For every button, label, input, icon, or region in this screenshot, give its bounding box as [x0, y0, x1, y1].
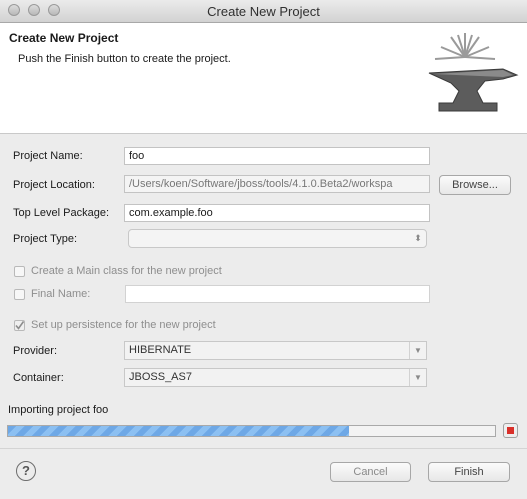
project-name-field[interactable]: foo [124, 147, 430, 165]
project-location-field[interactable]: /Users/koen/Software/jboss/tools/4.1.0.B… [124, 175, 430, 193]
project-location-label: Project Location: [13, 179, 95, 191]
persistence-checkbox[interactable] [14, 320, 25, 331]
updown-arrow-icon: ⬍ [414, 233, 422, 243]
provider-select[interactable]: HIBERNATE ▼ [124, 341, 427, 360]
wizard-banner: Create New Project Push the Finish butto… [0, 23, 527, 134]
main-class-label: Create a Main class for the new project [31, 265, 222, 277]
cancel-button[interactable]: Cancel [330, 462, 411, 482]
stop-button[interactable] [503, 423, 518, 438]
help-icon[interactable]: ? [16, 461, 36, 481]
final-name-field[interactable] [125, 285, 430, 303]
progress-bar [7, 425, 496, 437]
provider-label: Provider: [13, 345, 58, 357]
title-bar: Create New Project [0, 0, 527, 23]
banner-description: Push the Finish button to create the pro… [18, 53, 231, 65]
browse-button[interactable]: Browse... [439, 175, 511, 195]
banner-title: Create New Project [9, 31, 119, 45]
container-value: JBOSS_AS7 [129, 371, 192, 383]
container-select[interactable]: JBOSS_AS7 ▼ [124, 368, 427, 387]
top-level-package-label: Top Level Package: [13, 207, 110, 219]
checkmark-icon [15, 321, 25, 330]
project-name-label: Project Name: [13, 150, 83, 162]
chevron-down-icon: ▼ [409, 342, 426, 359]
provider-value: HIBERNATE [129, 344, 192, 356]
final-name-checkbox[interactable] [14, 289, 25, 300]
footer-separator [0, 448, 527, 449]
anvil-icon [428, 33, 519, 112]
top-level-package-field[interactable]: com.example.foo [124, 204, 430, 222]
main-class-checkbox[interactable] [14, 266, 25, 277]
final-name-label: Final Name: [31, 288, 91, 300]
progress-label: Importing project foo [8, 404, 109, 416]
progress-bar-fill [8, 426, 349, 436]
persistence-label: Set up persistence for the new project [31, 319, 216, 331]
project-type-label: Project Type: [13, 233, 77, 245]
container-label: Container: [13, 372, 64, 384]
window-title: Create New Project [207, 4, 320, 19]
stop-icon [507, 427, 514, 434]
project-type-select[interactable]: ⬍ [128, 229, 427, 248]
finish-button[interactable]: Finish [428, 462, 510, 482]
chevron-down-icon: ▼ [409, 369, 426, 386]
